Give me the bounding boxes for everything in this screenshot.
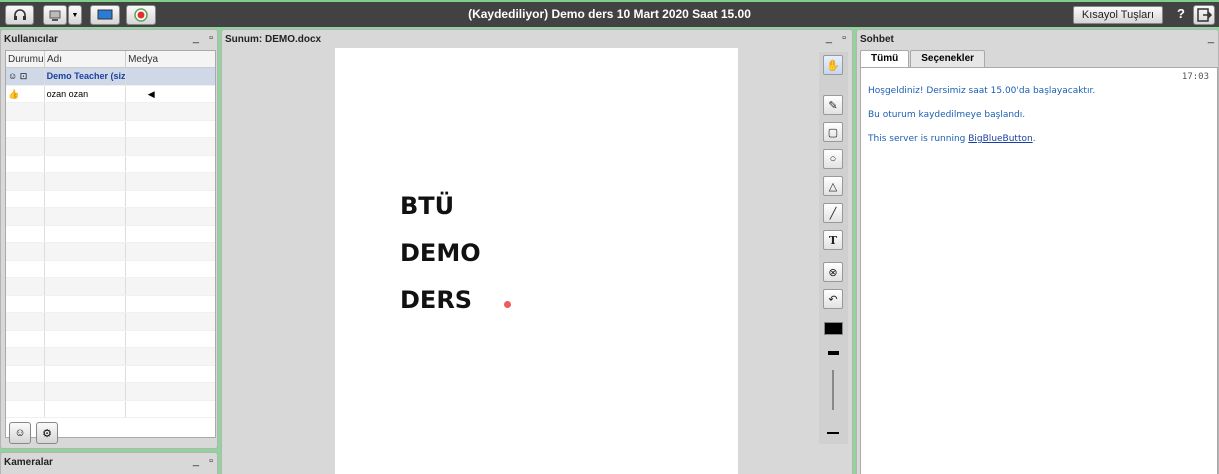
hand-tool-button[interactable]: ✋ (823, 55, 843, 75)
table-row (6, 120, 215, 138)
bigbluebutton-link[interactable]: BigBlueButton (968, 134, 1032, 144)
minimize-button[interactable]: _ (193, 455, 199, 467)
slide-line: DEMO (400, 239, 481, 267)
clear-icon: ⊗ (828, 266, 838, 279)
users-panel-title: Kullanıcılar (4, 34, 58, 45)
presentation-slide[interactable]: BTÜ DEMO DERS (335, 48, 738, 474)
smiley-icon: ☺ (14, 427, 26, 439)
circle-icon: ○ (829, 153, 837, 165)
column-header-status[interactable]: Durumu (6, 51, 45, 67)
logout-button[interactable] (1193, 5, 1215, 25)
thickness-icon (828, 351, 839, 355)
emoji-status-button[interactable]: ☺ (9, 422, 31, 444)
user-name: Demo Teacher (siz) (45, 68, 126, 85)
chat-message: Bu oturum kaydedilmeye başlandı. (868, 110, 1026, 120)
table-row (6, 225, 215, 243)
table-row (6, 295, 215, 313)
line-tool-button[interactable]: ╱ (823, 203, 843, 223)
table-row[interactable]: ☺ ⊡ Demo Teacher (siz) (6, 68, 215, 86)
slide-line: DERS (400, 286, 473, 314)
circle-tool-button[interactable]: ○ (823, 149, 843, 169)
tab-all[interactable]: Tümü (860, 50, 910, 68)
line-icon: ╱ (829, 207, 837, 220)
table-row (6, 208, 215, 226)
thumbs-up-icon: 👍 (6, 85, 45, 102)
undo-button[interactable]: ↶ (823, 289, 843, 309)
table-row (6, 138, 215, 156)
settings-button[interactable]: ⚙ (36, 422, 58, 444)
maximize-button[interactable]: ▫ (209, 32, 213, 44)
column-header-media[interactable]: Medya (126, 51, 215, 67)
table-row (6, 260, 215, 278)
color-picker[interactable] (824, 322, 843, 335)
top-toolbar: ▼ (Kaydediliyor) Demo ders 10 Mart 2020 … (0, 0, 1219, 27)
presentation-title: Sunum: DEMO.docx (225, 34, 322, 45)
gear-icon: ⚙ (42, 427, 52, 440)
thickness-min-icon (827, 432, 839, 434)
users-table-header: Durumu Adı Medya (6, 51, 215, 68)
presentation-panel: Sunum: DEMO.docx _ ▫ BTÜ DEMO DERS ✋ ✎ ▢… (221, 29, 853, 474)
meeting-title: (Kaydediliyor) Demo ders 10 Mart 2020 Sa… (468, 7, 751, 21)
chat-message-text: This server is running (868, 134, 969, 144)
chat-message: Hoşgeldiniz! Dersimiz saat 15.00'da başl… (868, 86, 1096, 96)
rectangle-tool-button[interactable]: ▢ (823, 122, 843, 142)
table-row (6, 103, 215, 121)
chat-message: This server is running BigBlueButton. (868, 134, 1036, 144)
table-row (6, 365, 215, 383)
table-row (6, 313, 215, 331)
pointer-dot (504, 301, 511, 308)
cameras-panel-title: Kameralar (4, 457, 53, 468)
logout-icon (1197, 8, 1213, 22)
table-row (6, 190, 215, 208)
triangle-icon: △ (828, 180, 838, 193)
table-row (6, 155, 215, 173)
whiteboard-toolbar: ✋ ✎ ▢ ○ △ ╱ T ⊗ ↶ (819, 52, 848, 444)
maximize-button[interactable]: ▫ (842, 32, 846, 44)
text-icon: T (828, 233, 838, 247)
speaker-icon[interactable]: ◀ (126, 86, 215, 103)
cameras-panel: Kameralar _ ▫ (0, 452, 218, 474)
pencil-tool-button[interactable]: ✎ (823, 95, 843, 115)
table-row (6, 173, 215, 191)
table-row[interactable]: 👍 ozan ozan ◀ (6, 85, 215, 103)
maximize-button[interactable]: ▫ (209, 455, 213, 467)
thickness-slider[interactable] (832, 370, 834, 410)
user-name: ozan ozan (45, 85, 126, 102)
table-row (6, 278, 215, 296)
chat-panel: Sohbet _ Tümü Seçenekler 17:03 Hoşgeldin… (856, 29, 1219, 474)
table-row (6, 400, 215, 418)
chat-panel-title: Sohbet (860, 34, 894, 45)
help-button[interactable]: ? (1177, 6, 1185, 21)
slide-line: BTÜ (400, 192, 455, 220)
clear-button[interactable]: ⊗ (823, 262, 843, 282)
minimize-button[interactable]: _ (826, 32, 832, 44)
hand-icon: ✋ (826, 59, 840, 72)
status-icons: ☺ ⊡ (6, 68, 45, 85)
minimize-button[interactable]: _ (1208, 32, 1214, 44)
chat-message-suffix: . (1032, 134, 1036, 144)
table-row (6, 243, 215, 261)
pencil-icon: ✎ (828, 99, 838, 112)
chat-tabs: Tümü Seçenekler (860, 50, 986, 68)
users-table: Durumu Adı Medya ☺ ⊡ Demo Teacher (siz) … (5, 50, 216, 438)
text-tool-button[interactable]: T (823, 230, 843, 250)
minimize-button[interactable]: _ (193, 32, 199, 44)
triangle-tool-button[interactable]: △ (823, 176, 843, 196)
slide-text: BTÜ DEMO DERS (400, 183, 481, 324)
shortcut-keys-button[interactable]: Kısayol Tuşları (1072, 6, 1163, 24)
undo-icon: ↶ (828, 293, 838, 306)
table-row (6, 330, 215, 348)
rectangle-icon: ▢ (827, 126, 839, 139)
table-row (6, 383, 215, 401)
users-panel: Kullanıcılar _ ▫ Durumu Adı Medya ☺ ⊡ De… (0, 29, 218, 449)
media-cell (126, 68, 215, 85)
message-timestamp: 17:03 (1181, 72, 1209, 82)
tab-options[interactable]: Seçenekler (910, 50, 986, 68)
chat-messages: 17:03 Hoşgeldiniz! Dersimiz saat 15.00'd… (860, 67, 1218, 474)
table-row (6, 348, 215, 366)
column-header-name[interactable]: Adı (45, 51, 127, 67)
